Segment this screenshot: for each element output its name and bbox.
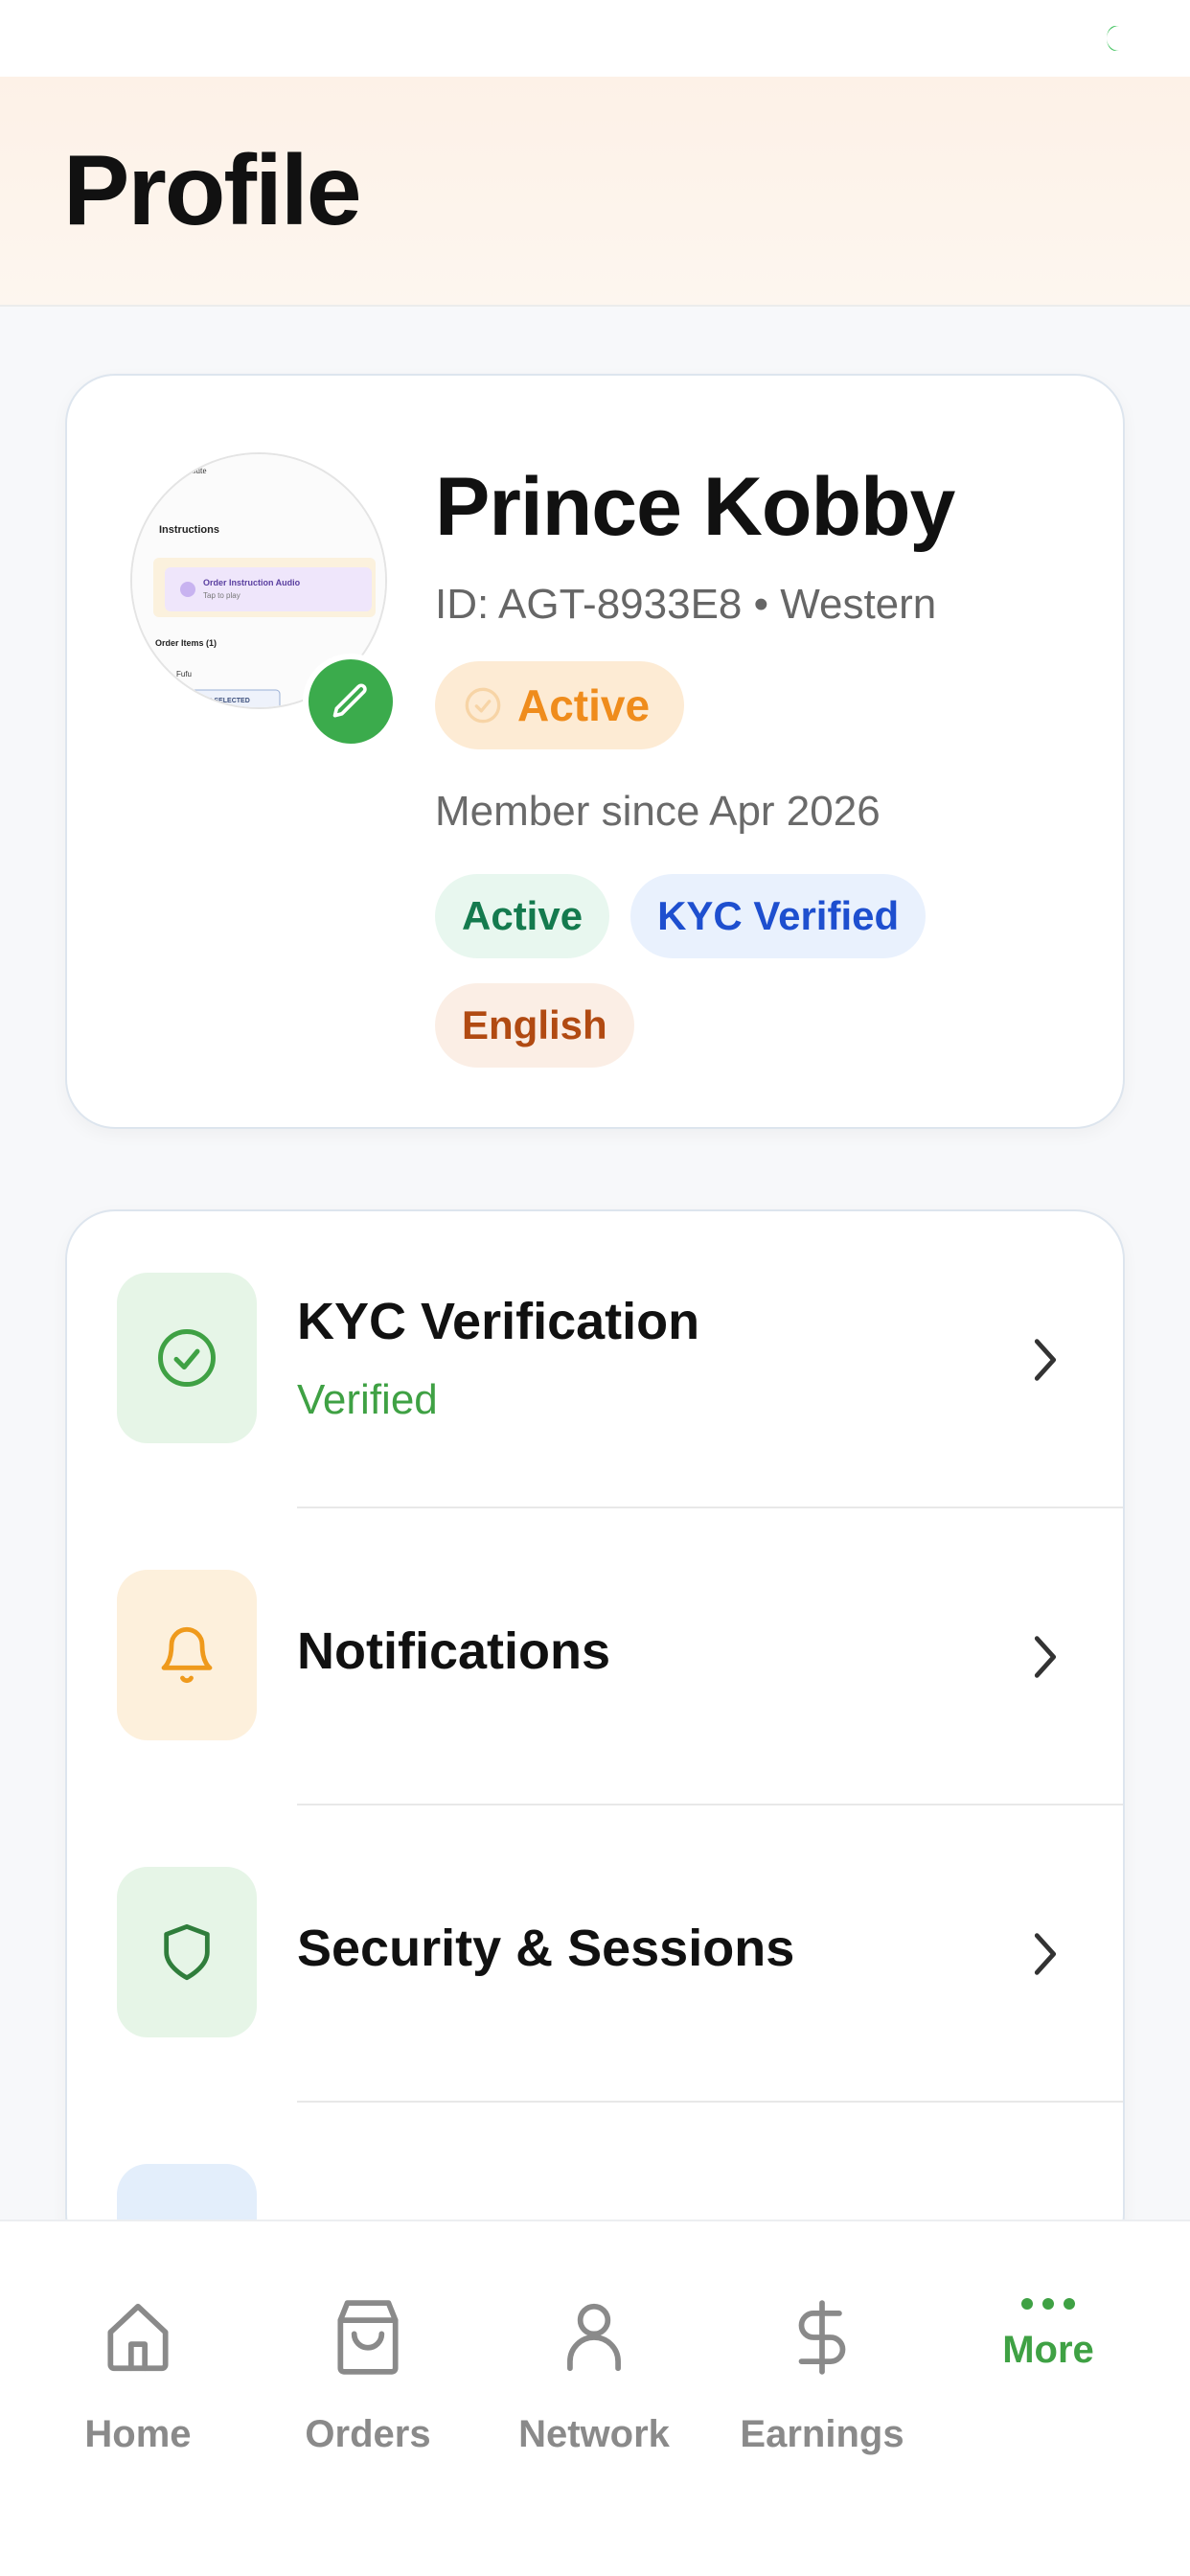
profile-name: Prince Kobby: [435, 461, 955, 553]
avatar-order-items: Order Items (1): [155, 638, 217, 648]
bell-icon: [161, 1626, 213, 1684]
profile-id: ID: AGT-8933E8 • Western: [435, 581, 937, 628]
battery-icon: [1107, 26, 1119, 51]
menu-item-kyc-verification[interactable]: KYC Verification Verified: [67, 1211, 1123, 1508]
app-header: Profile: [0, 77, 1190, 307]
chevron-right-icon: [1034, 1339, 1057, 1381]
active-tag: Active: [435, 874, 610, 958]
status-badge: Active: [435, 661, 685, 749]
dollar-icon: [798, 2300, 846, 2375]
settings-menu: KYC Verification Verified Notifications …: [65, 1209, 1125, 2264]
status-badge-label: Active: [517, 680, 651, 730]
more-dots-icon: [1021, 2298, 1075, 2310]
nav-item-earnings[interactable]: Earnings: [707, 2221, 937, 2509]
tag-row-2: English: [435, 983, 954, 1068]
nav-label-home: Home: [84, 2413, 192, 2455]
bottom-nav: Home Orders Network Earnings More: [0, 2220, 1190, 2576]
nav-item-orders[interactable]: Orders: [253, 2221, 483, 2509]
profile-info: Prince Kobby ID: AGT-8933E8 • Western Ac…: [435, 452, 955, 1068]
security-icon-tile: [117, 1867, 257, 2037]
shopping-bag-icon: [337, 2300, 399, 2375]
profile-card: Route Instructions Order Instruction Aud…: [65, 374, 1125, 1129]
menu-item-notifications[interactable]: Notifications: [67, 1508, 1123, 1806]
tag-row: Active KYC Verified: [435, 874, 954, 958]
menu-item-sub: Verified: [297, 1376, 438, 1423]
avatar-route-text: Route: [186, 466, 207, 475]
pencil-icon: [332, 683, 367, 718]
edit-avatar-button[interactable]: [303, 654, 399, 749]
language-tag: English: [435, 983, 634, 1068]
avatar-audio-sub: Tap to play: [203, 591, 240, 600]
nav-label-more: More: [1002, 2329, 1094, 2371]
person-icon: [567, 2303, 621, 2372]
nav-label-orders: Orders: [305, 2413, 431, 2455]
member-since: Member since Apr 2026: [435, 788, 881, 835]
chevron-right-icon: [1034, 1933, 1057, 1975]
menu-item-label: KYC Verification: [297, 1293, 700, 1350]
menu-item-label: Notifications: [297, 1622, 611, 1680]
nav-label-network: Network: [518, 2413, 670, 2455]
avatar-container: Route Instructions Order Instruction Aud…: [130, 452, 399, 749]
status-bar: [0, 0, 1190, 77]
avatar-audio-title: Order Instruction Audio: [203, 578, 301, 587]
shield-icon: [164, 1923, 210, 1981]
avatar-item: Fufu: [176, 670, 192, 678]
nav-item-network[interactable]: Network: [479, 2221, 709, 2509]
avatar-instructions-text: Instructions: [159, 524, 219, 536]
menu-item-security-sessions[interactable]: Security & Sessions: [67, 1806, 1123, 2103]
check-circle-icon: [158, 1329, 216, 1387]
home-icon: [107, 2303, 169, 2372]
nav-item-more[interactable]: More: [933, 2221, 1163, 2509]
page-title: Profile: [63, 135, 362, 246]
kyc-verified-tag: KYC Verified: [630, 874, 927, 958]
notifications-icon-tile: [117, 1570, 257, 1740]
nav-label-earnings: Earnings: [740, 2413, 904, 2455]
kyc-icon-tile: [117, 1273, 257, 1443]
menu-item-label: Security & Sessions: [297, 1920, 795, 1977]
chevron-right-icon: [1034, 1636, 1057, 1678]
avatar-options: OPTIONS SELECTED: [182, 698, 250, 704]
nav-item-home[interactable]: Home: [23, 2221, 253, 2509]
check-circle-icon: [465, 687, 501, 724]
